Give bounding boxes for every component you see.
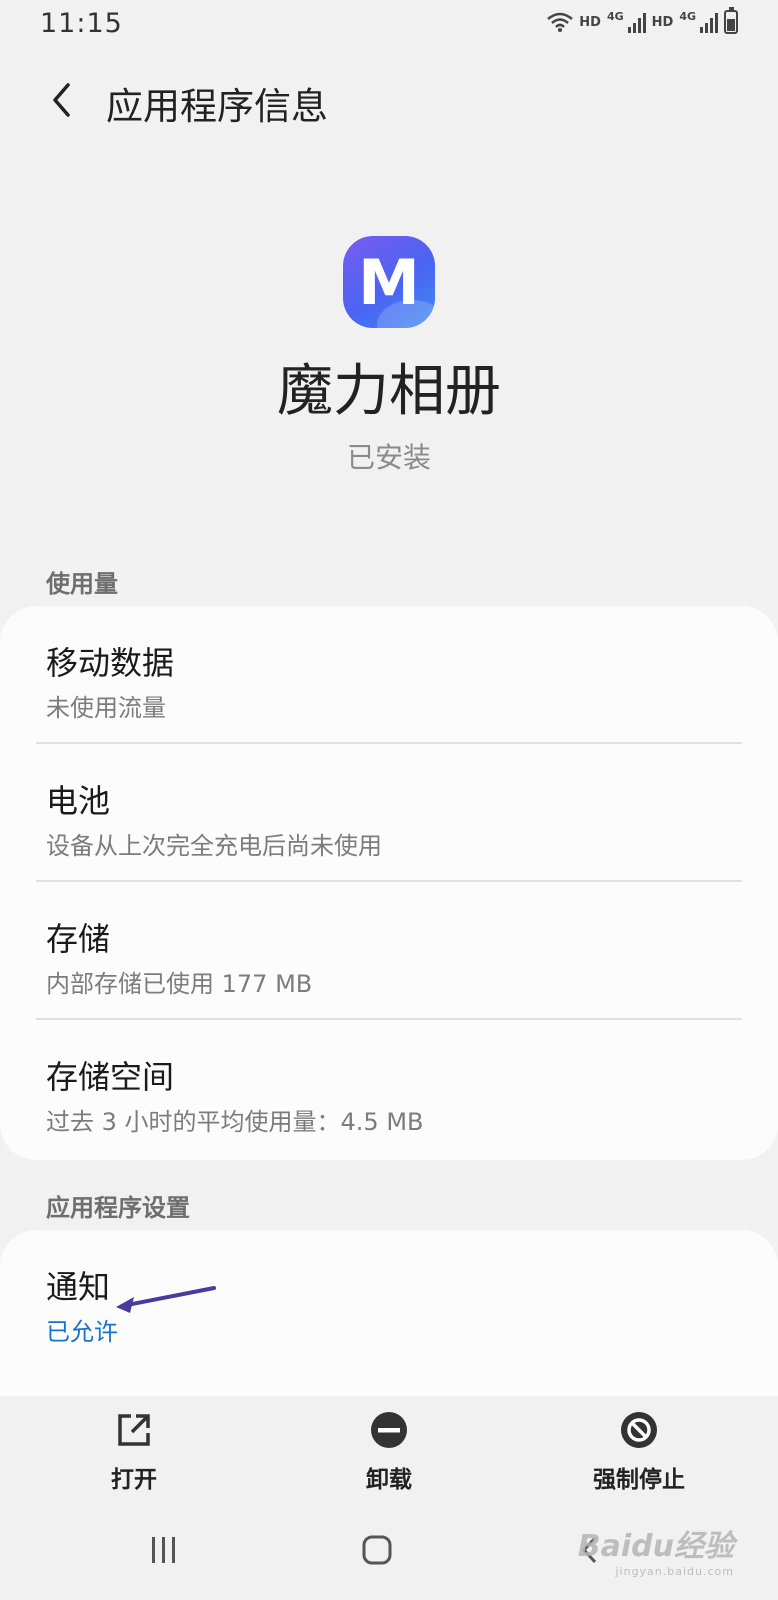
item-subtitle: 内部存储已使用 177 MB	[46, 970, 313, 998]
battery-item[interactable]: 电池 设备从上次完全充电后尚未使用	[0, 744, 778, 882]
bottom-action-bar: 打开 卸载 强制停止	[0, 1396, 778, 1500]
item-subtitle: 已允许	[46, 1318, 118, 1346]
recents-button[interactable]	[124, 1520, 204, 1580]
force-stop-label: 强制停止	[593, 1467, 685, 1493]
uninstall-label: 卸载	[366, 1467, 412, 1493]
app-install-status: 已安装	[346, 441, 431, 474]
battery-icon	[724, 7, 738, 34]
system-nav-bar: Baidu经验 jingyan.baidu.com	[0, 1500, 778, 1600]
network-type-label: 4G	[606, 9, 624, 23]
back-button[interactable]	[34, 72, 90, 128]
app-bar: 应用程序信息	[0, 60, 778, 140]
minus-circle-icon	[371, 1412, 407, 1448]
watermark-url: jingyan.baidu.com	[615, 1565, 734, 1578]
settings-section-header: 应用程序设置	[46, 1194, 190, 1222]
item-title: 存储空间	[46, 1058, 175, 1096]
page-title: 应用程序信息	[106, 85, 328, 128]
usage-section-header: 使用量	[46, 570, 118, 598]
app-icon-letter: M	[358, 245, 420, 319]
item-subtitle: 设备从上次完全充电后尚未使用	[46, 832, 382, 860]
signal-icon	[627, 11, 646, 33]
block-circle-icon	[621, 1412, 657, 1448]
chevron-left-icon	[53, 83, 70, 117]
watermark: Baidu经验 jingyan.baidu.com	[578, 1521, 734, 1578]
item-subtitle: 未使用流量	[46, 694, 166, 722]
force-stop-button[interactable]: 强制停止	[549, 1396, 729, 1500]
home-icon	[362, 1535, 392, 1565]
status-bar: 11:15 HD 4G HD 4G	[0, 0, 778, 48]
item-title: 电池	[46, 782, 111, 820]
signal-icon-2	[700, 11, 718, 33]
recents-icon	[152, 1537, 175, 1563]
watermark-brand: Baidu经验	[577, 1529, 734, 1564]
memory-item[interactable]: 存储空间 过去 3 小时的平均使用量：4.5 MB	[0, 1020, 778, 1158]
item-title: 通知	[46, 1268, 111, 1306]
uninstall-button[interactable]: 卸载	[299, 1396, 479, 1500]
home-button[interactable]	[337, 1520, 417, 1580]
wifi-icon	[547, 12, 574, 32]
item-title: 存储	[46, 920, 111, 958]
usage-card: 移动数据 未使用流量 电池 设备从上次完全充电后尚未使用 存储 内部存储已使用 …	[0, 606, 778, 1160]
item-subtitle: 过去 3 小时的平均使用量：4.5 MB	[46, 1108, 424, 1136]
app-icon: M	[343, 236, 435, 328]
status-icons: HD 4G HD 4G	[547, 7, 738, 34]
hd-label: HD	[579, 14, 601, 30]
item-title: 移动数据	[46, 644, 175, 682]
storage-item[interactable]: 存储 内部存储已使用 177 MB	[0, 882, 778, 1020]
hd-label-2: HD	[651, 14, 674, 30]
status-time: 11:15	[40, 8, 123, 39]
open-label: 打开	[111, 1467, 157, 1493]
mobile-data-item[interactable]: 移动数据 未使用流量	[0, 606, 778, 744]
open-external-icon	[118, 1414, 150, 1446]
annotation-arrow-icon	[116, 1286, 216, 1313]
open-button[interactable]: 打开	[44, 1396, 224, 1500]
app-name: 魔力相册	[277, 359, 501, 424]
network-type-label-2: 4G	[679, 9, 696, 23]
